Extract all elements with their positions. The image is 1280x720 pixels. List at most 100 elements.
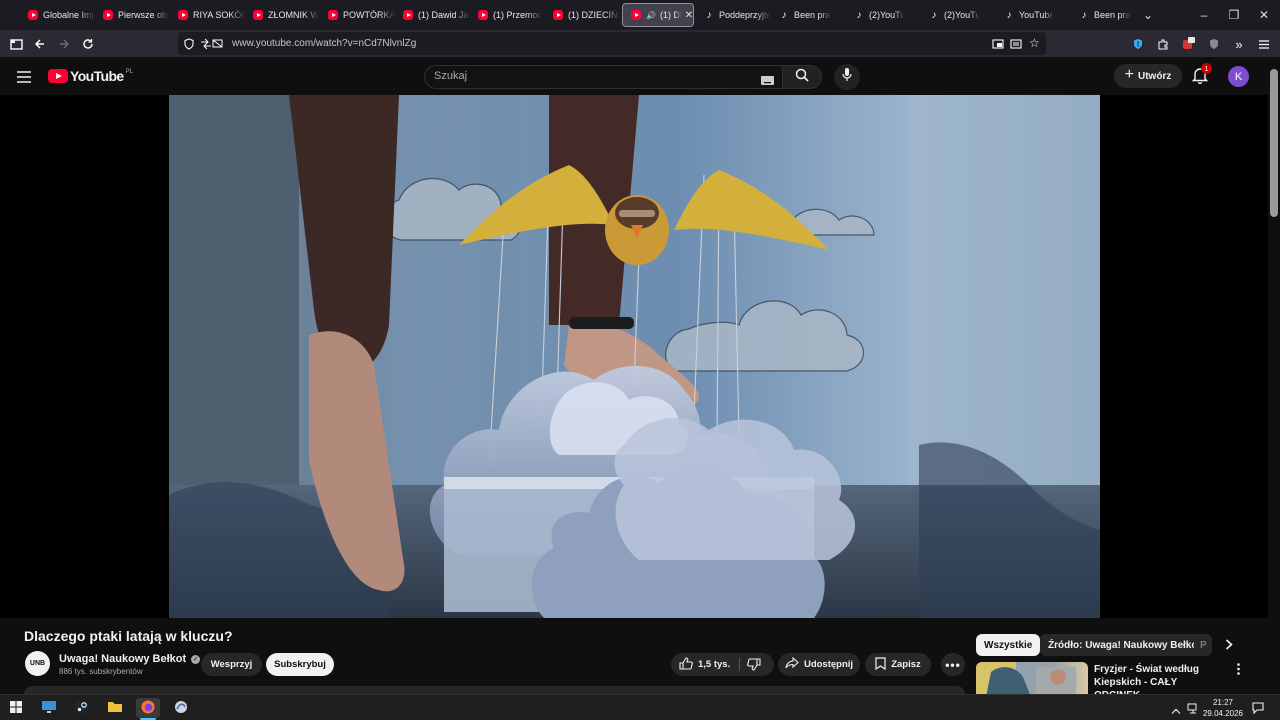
addon-badge-icon[interactable] <box>1178 34 1198 54</box>
tab-close-icon[interactable]: ✕ <box>685 10 693 21</box>
close-window-icon[interactable]: ✕ <box>1248 0 1280 30</box>
browser-tab[interactable]: Globalne Imp <box>20 0 95 30</box>
folder-icon <box>107 700 123 716</box>
browser-tab[interactable]: (1) Przemoc <box>470 0 545 30</box>
video-frame[interactable] <box>169 95 1100 618</box>
channel-name[interactable]: Uwaga! Naukowy Bełkot ✓ <box>59 653 201 665</box>
sidebar-toggle-icon[interactable] <box>6 34 26 54</box>
channel-name-text: Uwaga! Naukowy Bełkot <box>59 653 187 665</box>
description-box[interactable] <box>24 686 965 694</box>
tab-title: (1) Dla <box>659 10 682 20</box>
more-actions-button[interactable]: ••• <box>941 653 965 676</box>
like-button[interactable]: 1,5 tys. <box>679 656 730 673</box>
avatar[interactable]: K <box>1228 66 1249 87</box>
browser-tab[interactable]: RIYA SOKÓŁ <box>170 0 245 30</box>
youtube-logo-text: YouTube <box>70 68 124 84</box>
url-text[interactable]: www.youtube.com/watch?v=nCd7NlvnlZg <box>232 38 416 49</box>
recommended-video-thumbnail[interactable] <box>976 662 1088 697</box>
taskbar-app-firefox[interactable] <box>136 698 160 718</box>
extension-shield-icon[interactable] <box>1128 34 1148 54</box>
channel-avatar[interactable]: UNB <box>25 651 50 676</box>
taskbar-app-steam[interactable] <box>70 698 94 718</box>
tab-title: (1) DZIECIŃS <box>568 10 620 20</box>
create-button[interactable]: + Utwórz <box>1114 64 1182 88</box>
minimize-icon[interactable]: – <box>1188 0 1220 30</box>
keyboard-icon[interactable] <box>761 72 774 90</box>
tab-title: Pierwsze obj <box>118 10 170 20</box>
speaker-icon[interactable]: 🔊 <box>646 11 656 20</box>
tray-chevron-up-icon[interactable] <box>1171 702 1181 720</box>
restore-icon[interactable]: ❐ <box>1218 0 1250 30</box>
firefox-icon <box>141 700 155 717</box>
browser-tab[interactable]: ♪ Been pra <box>771 0 846 30</box>
save-button[interactable]: Zapisz <box>865 653 931 676</box>
recommendation-menu-button[interactable] <box>1232 663 1244 679</box>
share-button[interactable]: Udostępnij <box>778 653 860 676</box>
steam-icon <box>75 700 89 717</box>
windows-logo-icon <box>10 700 22 716</box>
browser-tab[interactable]: ♪ (2)YouTu <box>846 0 921 30</box>
start-button[interactable] <box>4 698 28 718</box>
browser-tab[interactable]: ♪ YouTube <box>996 0 1071 30</box>
notification-center-icon[interactable] <box>1252 701 1264 719</box>
save-bookmark-icon <box>875 656 886 673</box>
hamburger-menu-icon[interactable] <box>17 70 31 88</box>
notifications-button[interactable]: 1 <box>1191 63 1212 89</box>
taskbar-app-file-explorer[interactable] <box>103 698 127 718</box>
youtube-header: YouTube PL + Utwórz 1 K <box>0 57 1268 95</box>
browser-tab[interactable]: (1) DZIECIŃS <box>545 0 620 30</box>
youtube-logo[interactable]: YouTube PL <box>48 68 133 84</box>
browser-tab[interactable]: ♪ (2)YouTu <box>921 0 996 30</box>
forward-icon[interactable] <box>54 34 74 54</box>
bookmark-star-icon[interactable]: ☆ <box>1029 36 1040 50</box>
subscribe-button[interactable]: Subskrybuj <box>266 653 334 676</box>
clock-time: 21:27 <box>1212 698 1234 707</box>
support-button[interactable]: Wesprzyj <box>201 653 262 676</box>
permissions-icon[interactable] <box>200 37 224 55</box>
ublock-icon[interactable] <box>1204 34 1224 54</box>
share-label: Udostępnij <box>803 659 854 670</box>
scrollbar-thumb[interactable] <box>1270 69 1278 217</box>
url-bar[interactable]: www.youtube.com/watch?v=nCd7NlvnlZg ☆ <box>178 32 1046 55</box>
youtube-icon <box>328 10 338 20</box>
page-scrollbar[interactable] <box>1268 57 1280 697</box>
chip-channel-source[interactable]: Źródło: Uwaga! Naukowy Bełkot <box>1040 634 1209 656</box>
tab-title: (1) Przemoc <box>493 10 543 20</box>
search-input[interactable] <box>434 70 734 82</box>
dislike-button[interactable] <box>747 658 761 674</box>
video-player[interactable] <box>0 95 1268 618</box>
reload-icon[interactable] <box>78 34 98 54</box>
taskbar-app-other[interactable] <box>169 698 193 718</box>
youtube-icon <box>478 10 488 20</box>
search-button[interactable] <box>782 65 822 89</box>
search-icon <box>795 68 809 87</box>
browser-tab[interactable]: Pierwsze obj <box>95 0 170 30</box>
voice-search-button[interactable] <box>834 64 860 90</box>
shield-icon[interactable] <box>183 37 195 55</box>
chip-partial[interactable]: P <box>1194 634 1212 656</box>
menu-icon[interactable] <box>1254 34 1274 54</box>
microphone-icon <box>842 67 852 87</box>
taskbar-app-remote-desktop[interactable] <box>37 698 61 718</box>
browser-tab[interactable]: 🔊(1) Dla✕ <box>622 3 694 27</box>
tab-title: ZŁOMNIK W <box>268 10 319 20</box>
picture-in-picture-icon[interactable] <box>992 37 1004 55</box>
reader-view-icon[interactable] <box>1010 37 1022 55</box>
create-label: Utwórz <box>1138 70 1172 82</box>
system-clock[interactable]: 21:27 29.04.2026 <box>1198 697 1248 719</box>
tab-title: Been pra <box>1094 10 1131 20</box>
tab-list-chevron-icon[interactable]: ⌄ <box>1132 0 1164 30</box>
browser-tab[interactable]: ♪ Poddeprzyjte <box>696 0 772 30</box>
back-icon[interactable] <box>30 34 50 54</box>
chip-all[interactable]: Wszystkie <box>976 634 1041 656</box>
more-tools-icon[interactable]: » <box>1229 34 1249 54</box>
extensions-icon[interactable] <box>1153 34 1173 54</box>
chips-next-button[interactable] <box>1220 637 1238 655</box>
browser-tab[interactable]: (1) Dawid Jas <box>395 0 470 30</box>
region-code: PL <box>125 68 133 75</box>
browser-tab[interactable]: POWTÓRKA <box>320 0 395 30</box>
tab-title: YouTube <box>1019 10 1055 20</box>
browser-tab[interactable]: ZŁOMNIK W <box>245 0 320 30</box>
youtube-play-logo-icon <box>48 69 68 83</box>
verified-check-icon: ✓ <box>191 655 201 664</box>
